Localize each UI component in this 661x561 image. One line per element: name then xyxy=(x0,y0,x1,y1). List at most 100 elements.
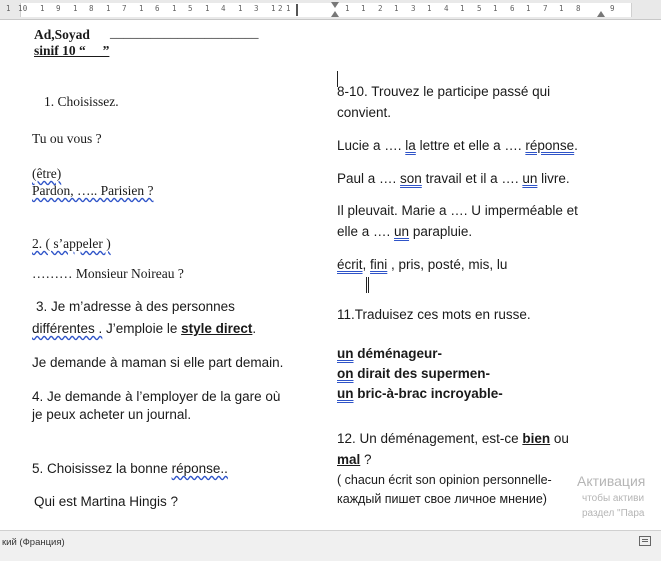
question-mark: ? xyxy=(360,452,372,467)
paul-text: Paul a …. xyxy=(337,171,401,186)
ruler-mark: 5 xyxy=(477,4,482,13)
livre-text: livre. xyxy=(537,171,570,186)
ruler-mark: 1 xyxy=(172,4,177,13)
ruler-mark: 9 xyxy=(610,4,615,13)
ruler-mark: 1 xyxy=(139,4,144,13)
right-indent-marker[interactable] xyxy=(597,11,605,17)
vocab-1: un déménageur- xyxy=(337,346,442,362)
ou-text: ou xyxy=(550,431,569,446)
sentence-lucie: Lucie a …. la lettre et elle a …. répons… xyxy=(337,138,578,154)
ruler-mark: 1 xyxy=(361,4,366,13)
question-3-line2: différentes . J’emploie le style direct. xyxy=(32,321,256,337)
ruler-mark: 2 xyxy=(378,4,383,13)
comma: , xyxy=(362,257,371,272)
reponse-word-right: réponse xyxy=(525,138,575,153)
activation-watermark-title: Активация xyxy=(577,473,646,489)
status-bar: кий (Франция) xyxy=(0,530,661,561)
question-5: 5. Choisissez la bonne réponse.. xyxy=(32,461,228,477)
language-indicator[interactable]: кий (Франция) xyxy=(2,537,65,548)
ruler-mark: 1 xyxy=(73,4,78,13)
ruler-mark: 4 xyxy=(444,4,449,13)
emploie-text: J’emploie le xyxy=(102,321,182,336)
ruler-mark: 7 xyxy=(543,4,548,13)
pardon-line: Pardon, ….. Parisien ? xyxy=(32,183,153,199)
read-mode-icon[interactable] xyxy=(639,536,651,546)
demenageur-text: déménageur- xyxy=(353,346,443,361)
vocab-3: un bric-à-brac incroyable- xyxy=(337,386,503,402)
pardon-text: Pardon, ….. Parisien ? xyxy=(32,183,154,198)
ruler-mark: 1 xyxy=(106,4,111,13)
on-word: on xyxy=(337,366,354,381)
ruler-mark: 1 xyxy=(526,4,531,13)
reponse-word: réponse.. xyxy=(171,461,228,476)
ruler-mark: 3 xyxy=(411,4,416,13)
ruler-mark: 10 xyxy=(18,4,28,13)
question-4-line2: je peux acheter un journal. xyxy=(32,407,192,422)
style-direct-text: style direct xyxy=(181,321,253,336)
sentence-marie-line2: elle a …. un parapluie. xyxy=(337,224,472,240)
question-2-item: ……… Monsieur Noireau ? xyxy=(32,266,184,281)
ruler-mark: 5 xyxy=(188,4,193,13)
question-5-item: Qui est Martina Hingis ? xyxy=(34,494,179,509)
question-1-item: Tu ou vous ? xyxy=(32,131,102,146)
left-indent-marker[interactable] xyxy=(331,11,339,17)
parapluie-text: parapluie. xyxy=(409,224,473,239)
ruler-mark: 7 xyxy=(122,4,127,13)
ruler-mark: 1 xyxy=(493,4,498,13)
bien-word: bien xyxy=(522,431,551,446)
question-3-item: Je demande à maman si elle part demain. xyxy=(32,355,284,370)
son-word: son xyxy=(400,171,422,186)
etre-text: (être) xyxy=(32,166,62,181)
la-word: la xyxy=(405,138,416,153)
word-bank-rest: , pris, posté, mis, lu xyxy=(387,257,508,272)
activation-watermark-text: чтобы активи xyxy=(582,493,645,504)
tab-stop-marker[interactable] xyxy=(296,4,303,16)
ruler-mark: 1 xyxy=(286,4,291,13)
question-2-text: 2. ( s’appeler ) xyxy=(32,236,111,251)
ruler-mark: 1 xyxy=(40,4,45,13)
ruler-mark: 1 xyxy=(394,4,399,13)
ruler-mark: 4 xyxy=(221,4,226,13)
question-3-line1: 3. Je m’adresse à des personnes xyxy=(36,299,235,314)
ruler-mark: 6 xyxy=(510,4,515,13)
ruler-mark: 1 xyxy=(559,4,564,13)
sentence-marie-line1: Il pleuvait. Marie a …. U imperméable et xyxy=(337,203,578,218)
un-word: un xyxy=(337,386,354,401)
ibeam-cursor-icon xyxy=(366,277,369,293)
fini-word: fini xyxy=(370,257,388,272)
period: . xyxy=(252,321,257,336)
first-line-indent-marker[interactable] xyxy=(331,2,339,8)
lucie-text: Lucie a …. xyxy=(337,138,406,153)
ruler-mark: 1 xyxy=(460,4,465,13)
un-word: un xyxy=(394,224,410,239)
activation-watermark-text: раздел "Пара xyxy=(582,508,645,519)
document-page[interactable]: Ad,Soyad ______________________ sinif 10… xyxy=(0,21,661,530)
bric-a-brac-text: bric-à-brac incroyable- xyxy=(353,386,503,401)
question-2: 2. ( s’appeler ) xyxy=(32,236,111,252)
elle-text: elle a …. xyxy=(337,224,395,239)
mal-word: mal xyxy=(337,452,361,467)
travail-text: travail et il a …. xyxy=(421,171,523,186)
class-label: sinif 10 “ __” xyxy=(34,43,110,58)
question-12-line2: mal ? xyxy=(337,452,372,468)
ruler-mark: 9 xyxy=(56,4,61,13)
vocab-2: on dirait des supermen- xyxy=(337,366,490,382)
question-12-line4: каждый пишет свое личное мнение) xyxy=(337,492,547,506)
un-word: un xyxy=(337,346,354,361)
supermen-text: dirait des supermen- xyxy=(353,366,491,381)
period: . xyxy=(574,138,578,153)
name-label: Ad,Soyad xyxy=(34,27,90,42)
ruler-mark: 1 xyxy=(271,4,276,13)
ruler-mark: 1 xyxy=(6,4,11,13)
ruler-mark: 8 xyxy=(89,4,94,13)
question-12-line1: 12. Un déménagement, est-ce bien ou xyxy=(337,431,569,447)
question-5-text: 5. Choisissez la bonne xyxy=(32,461,172,476)
word-bank: écrit, fini , pris, posté, mis, lu xyxy=(337,257,507,273)
question-4-line1: 4. Je demande à l’employer de la gare où xyxy=(32,389,281,404)
horizontal-ruler[interactable]: 1 10 1 9 1 8 1 7 1 6 1 5 1 4 1 3 1 2 1 1… xyxy=(0,0,661,20)
lettre-text: lettre et elle a …. xyxy=(415,138,526,153)
question-8-10-line1: 8-10. Trouvez le participe passé qui xyxy=(337,84,551,99)
ruler-mark: 1 xyxy=(238,4,243,13)
ruler-mark: 3 xyxy=(254,4,259,13)
ruler-mark: 6 xyxy=(155,4,160,13)
